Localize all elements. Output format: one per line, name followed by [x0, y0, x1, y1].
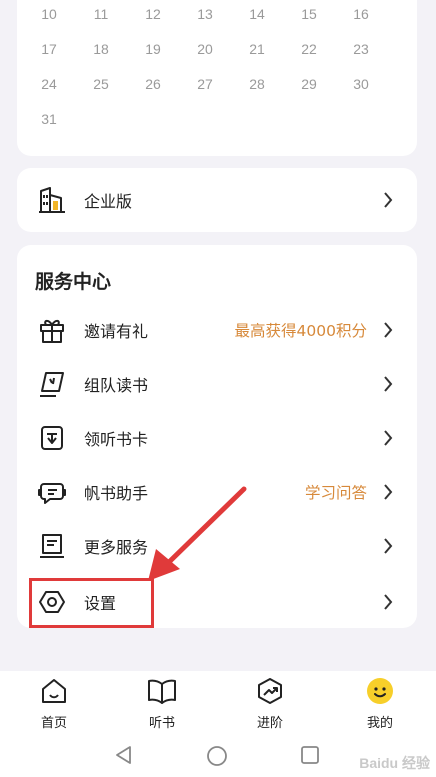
calendar-week-row: 17 18 19 20 21 22 23 [17, 41, 417, 61]
back-icon[interactable] [114, 745, 134, 765]
service-item-label: 组队读书 [84, 376, 149, 395]
tab-label: 首页 [40, 716, 67, 731]
annotation-arrow-icon [148, 486, 247, 581]
home-icon [24, 677, 84, 705]
service-item-listen-card[interactable]: 领听书卡 [17, 412, 417, 464]
service-item-invite[interactable]: 邀请有礼 最高获得4000积分 [17, 304, 417, 356]
enterprise-row[interactable]: 企业版 [17, 174, 417, 226]
assistant-icon [37, 477, 67, 507]
chevron-right-icon [381, 320, 395, 340]
chevron-right-icon [381, 536, 395, 556]
book-icon [132, 677, 192, 705]
tab-label: 我的 [366, 716, 393, 731]
enterprise-label: 企业版 [84, 192, 133, 211]
tab-home[interactable]: 首页 [24, 677, 84, 731]
watermark: Baidu 经验 [359, 755, 430, 771]
flag-icon [37, 369, 67, 399]
service-center-title: 服务中心 [35, 271, 112, 293]
tab-listen[interactable]: 听书 [132, 677, 192, 731]
card-icon [37, 423, 67, 453]
calendar-day[interactable]: 31 [34, 111, 64, 127]
calendar-day[interactable]: 12 [138, 6, 168, 22]
calendar-day[interactable]: 29 [294, 76, 324, 92]
chevron-right-icon [381, 190, 395, 210]
calendar-day[interactable]: 10 [34, 6, 64, 22]
calendar-card: 10 11 12 13 14 15 16 17 18 19 20 21 22 2… [17, 0, 417, 156]
chevron-right-icon [381, 374, 395, 394]
service-item-promo: 最高获得4000积分 [234, 322, 367, 340]
calendar-day[interactable]: 20 [190, 41, 220, 57]
chevron-right-icon [381, 428, 395, 448]
building-icon [37, 185, 67, 215]
chevron-right-icon [381, 592, 395, 612]
service-item-team-reading[interactable]: 组队读书 [17, 358, 417, 410]
calendar-day[interactable]: 26 [138, 76, 168, 92]
calendar-week-row: 10 11 12 13 14 15 16 [17, 6, 417, 26]
calendar-day[interactable]: 25 [86, 76, 116, 92]
calendar-day[interactable]: 15 [294, 6, 324, 22]
gift-icon [37, 315, 67, 345]
tab-mine[interactable]: 我的 [350, 677, 410, 731]
calendar-day[interactable]: 11 [86, 6, 116, 22]
enterprise-card[interactable]: 企业版 [17, 168, 417, 232]
calendar-day[interactable]: 13 [190, 6, 220, 22]
chevron-right-icon [381, 482, 395, 502]
service-item-label: 领听书卡 [84, 430, 149, 449]
smiley-icon [350, 677, 410, 705]
calendar-day[interactable]: 30 [346, 76, 376, 92]
calendar-day[interactable]: 22 [294, 41, 324, 57]
book-open-icon [37, 531, 67, 561]
calendar-day[interactable]: 21 [242, 41, 272, 57]
tab-advance[interactable]: 进阶 [240, 677, 300, 731]
calendar-day[interactable]: 16 [346, 6, 376, 22]
service-item-label: 更多服务 [84, 538, 149, 557]
tab-label: 听书 [148, 716, 175, 731]
calendar-day[interactable]: 18 [86, 41, 116, 57]
service-item-promo: 学习问答 [304, 484, 367, 502]
calendar-day[interactable]: 24 [34, 76, 64, 92]
service-item-label: 邀请有礼 [84, 322, 149, 341]
trend-icon [240, 677, 300, 705]
calendar-day[interactable]: 19 [138, 41, 168, 57]
bottom-tab-bar: 首页 听书 进阶 我的 [0, 671, 436, 733]
calendar-day[interactable]: 14 [242, 6, 272, 22]
home-nav-icon[interactable] [206, 745, 228, 767]
calendar-day[interactable]: 17 [34, 41, 64, 57]
calendar-week-row: 31 [17, 111, 417, 131]
service-item-label: 帆书助手 [84, 484, 149, 503]
calendar-week-row: 24 25 26 27 28 29 30 [17, 76, 417, 96]
calendar-day[interactable]: 28 [242, 76, 272, 92]
calendar-day[interactable]: 23 [346, 41, 376, 57]
tab-label: 进阶 [256, 716, 283, 731]
settings-highlight-box [29, 578, 154, 628]
calendar-day[interactable]: 27 [190, 76, 220, 92]
recents-icon[interactable] [300, 745, 320, 765]
